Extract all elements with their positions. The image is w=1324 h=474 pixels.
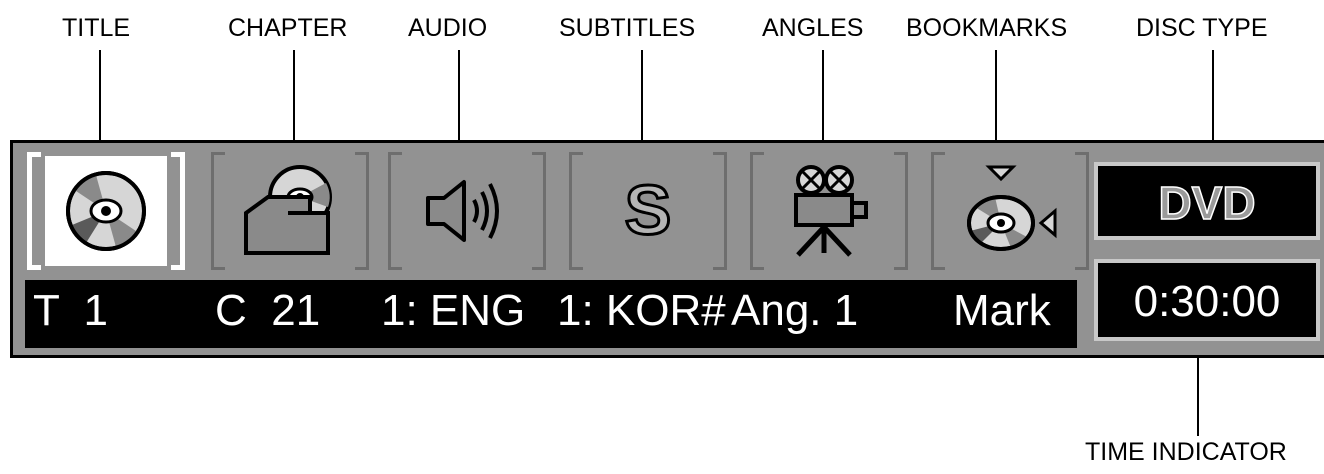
audio-language: 1: ENG — [381, 286, 526, 335]
subtitle-language: 1: KOR# — [557, 286, 726, 335]
left-bracket — [211, 152, 225, 270]
title-callout: TITLE — [62, 14, 131, 42]
right-bracket — [713, 152, 727, 270]
audio-button[interactable] — [388, 152, 546, 270]
chapter-number: C 21 — [215, 286, 321, 335]
title-icon-area — [45, 156, 167, 266]
right-bracket — [1075, 152, 1089, 270]
chapter-folder-icon — [244, 165, 332, 255]
time-indicator-callout: TIME INDICATOR — [1085, 438, 1287, 466]
right-bracket — [894, 152, 908, 270]
disc-type-callout: DISC TYPE — [1136, 14, 1268, 42]
angles-button[interactable] — [750, 152, 908, 270]
bookmark-disc-icon — [967, 165, 1057, 251]
chapter-button[interactable] — [211, 152, 369, 270]
chapter-callout: CHAPTER — [228, 14, 348, 42]
time-value: 0:30:00 — [1133, 277, 1281, 326]
subtitle-s-icon: S — [623, 171, 673, 251]
bookmark-mark: Mark — [953, 286, 1051, 335]
bookmarks-leader — [995, 50, 997, 150]
audio-callout: AUDIO — [408, 14, 488, 42]
left-bracket — [750, 152, 764, 270]
title-button[interactable] — [27, 152, 185, 270]
bookmarks-callout: BOOKMARKS — [906, 14, 1068, 42]
left-bracket — [388, 152, 402, 270]
subtitles-icon-area: S — [587, 156, 709, 266]
subtitles-button[interactable]: S — [569, 152, 727, 270]
right-bracket — [171, 152, 185, 270]
right-bracket — [532, 152, 546, 270]
angles-icon-area — [768, 156, 890, 266]
movie-camera-icon — [794, 165, 868, 257]
subtitle-s-glyph: S — [625, 171, 672, 249]
chapter-icon-area — [229, 156, 351, 266]
angles-callout: ANGLES — [762, 14, 864, 42]
subtitles-callout: SUBTITLES — [559, 14, 696, 42]
disc-type-display: DVD — [1094, 162, 1320, 240]
speaker-icon — [426, 180, 499, 242]
left-bracket — [569, 152, 583, 270]
angle-number: Ang. 1 — [731, 286, 859, 335]
left-bracket — [27, 152, 41, 270]
status-readout: T 1 C 21 1: ENG 1: KOR# Ang. 1 Mark — [25, 280, 1077, 348]
disc-type-value: DVD — [1158, 176, 1257, 230]
disc-icon — [66, 171, 146, 251]
bookmarks-button[interactable] — [931, 152, 1089, 270]
time-display: 0:30:00 — [1094, 259, 1320, 341]
right-bracket — [355, 152, 369, 270]
bookmarks-icon-area — [949, 156, 1071, 266]
title-number: T 1 — [33, 286, 109, 335]
audio-icon-area — [406, 156, 528, 266]
left-bracket — [931, 152, 945, 270]
